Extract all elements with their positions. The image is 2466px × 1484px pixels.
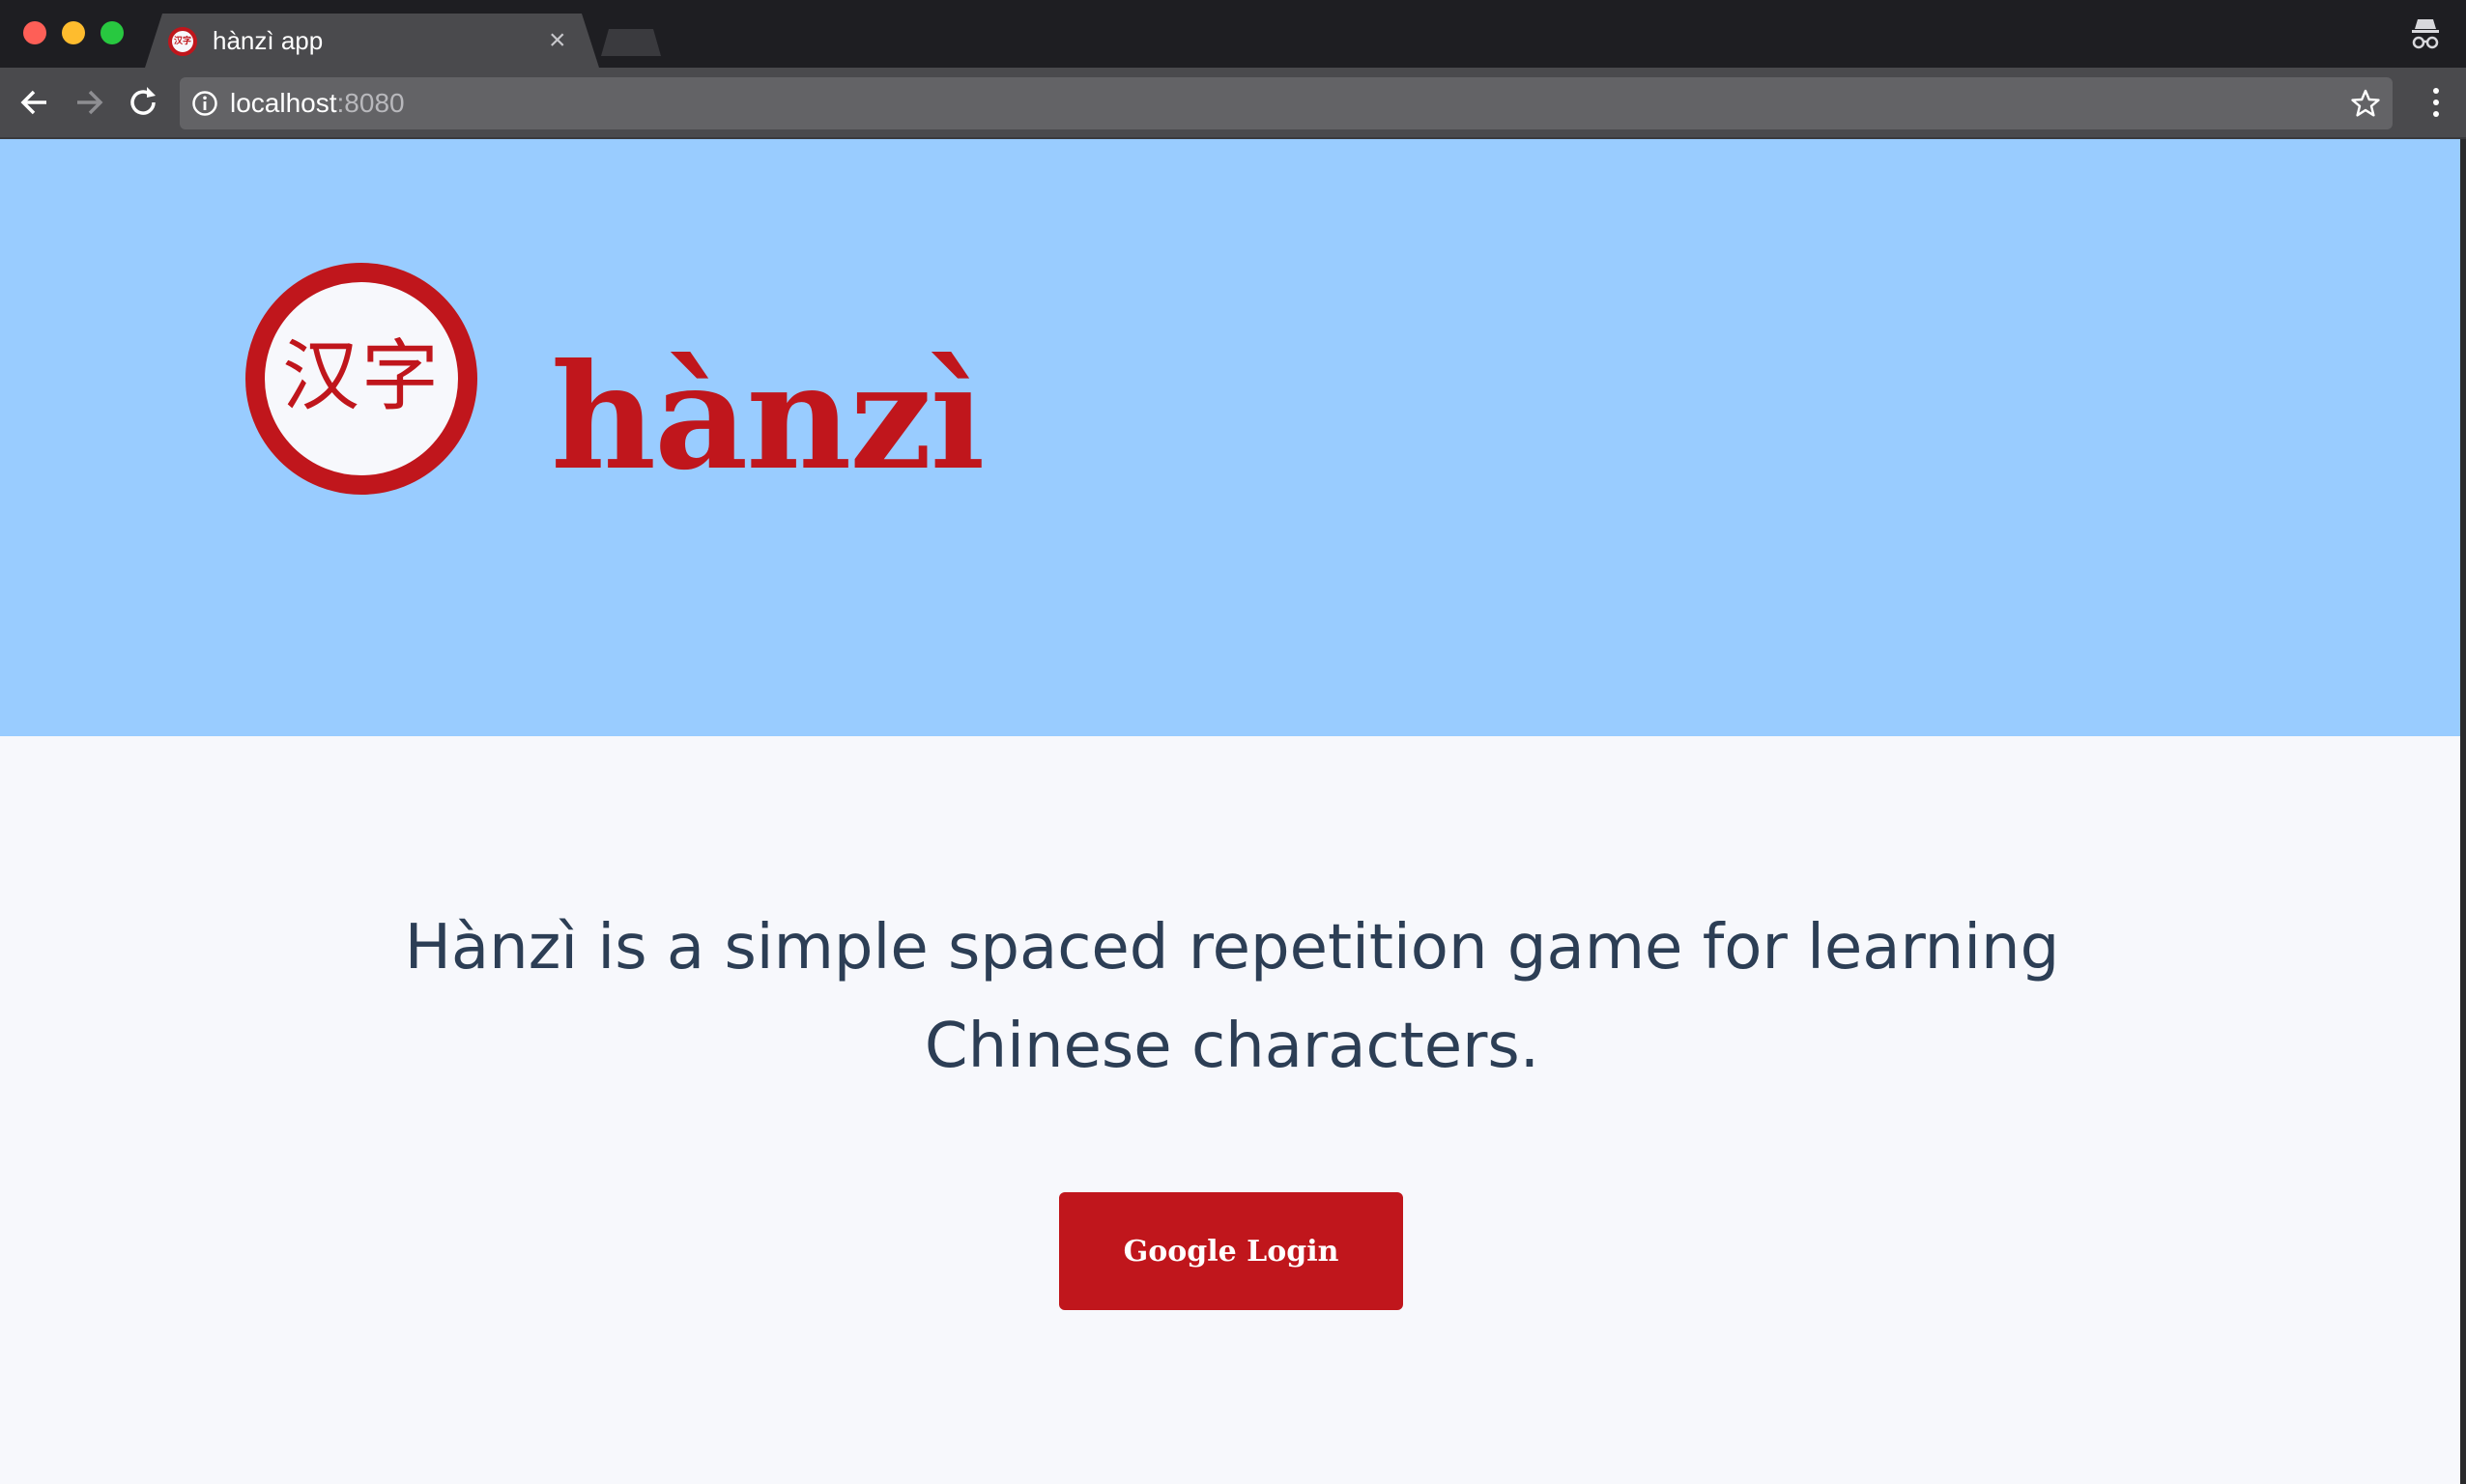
tab-title: hànzì app [213, 26, 324, 55]
reload-icon[interactable] [124, 83, 162, 122]
url-port: :8080 [336, 88, 405, 118]
window-close-button[interactable] [23, 21, 46, 44]
browser-toolbar: localhost:8080 [0, 68, 2466, 139]
tab-favicon: 汉字 [168, 27, 197, 56]
browser-tab-active[interactable]: 汉字 hànzì app × [145, 14, 599, 68]
logo-characters: 汉字 [282, 331, 441, 422]
forward-arrow-icon[interactable] [70, 83, 108, 122]
star-icon[interactable] [2350, 88, 2381, 119]
window-minimize-button[interactable] [62, 21, 85, 44]
tab-close-icon[interactable]: × [549, 25, 566, 56]
url-text[interactable]: localhost:8080 [230, 88, 405, 119]
address-bar[interactable]: localhost:8080 [180, 77, 2393, 129]
tagline: Hànzì is a simple spaced repetition game… [404, 912, 2060, 1082]
hero-banner: 汉字 hànzì [0, 139, 2460, 736]
google-login-button[interactable]: Google Login [1059, 1192, 1403, 1310]
browser-titlebar: 汉字 hànzì app × [0, 0, 2466, 68]
window-maximize-button[interactable] [100, 21, 124, 44]
brand-title: hànzì [551, 332, 985, 502]
incognito-icon [2412, 19, 2439, 49]
info-icon[interactable] [191, 90, 218, 117]
new-tab-button[interactable] [601, 29, 661, 56]
back-arrow-icon[interactable] [15, 83, 54, 122]
page-viewport: 汉字 hànzì Hànzì is a simple spaced repeti… [0, 139, 2460, 1484]
logo: 汉字 [245, 263, 477, 495]
url-host: localhost [230, 88, 337, 118]
window-right-edge [2460, 139, 2466, 1484]
menu-icon[interactable] [2429, 83, 2443, 122]
